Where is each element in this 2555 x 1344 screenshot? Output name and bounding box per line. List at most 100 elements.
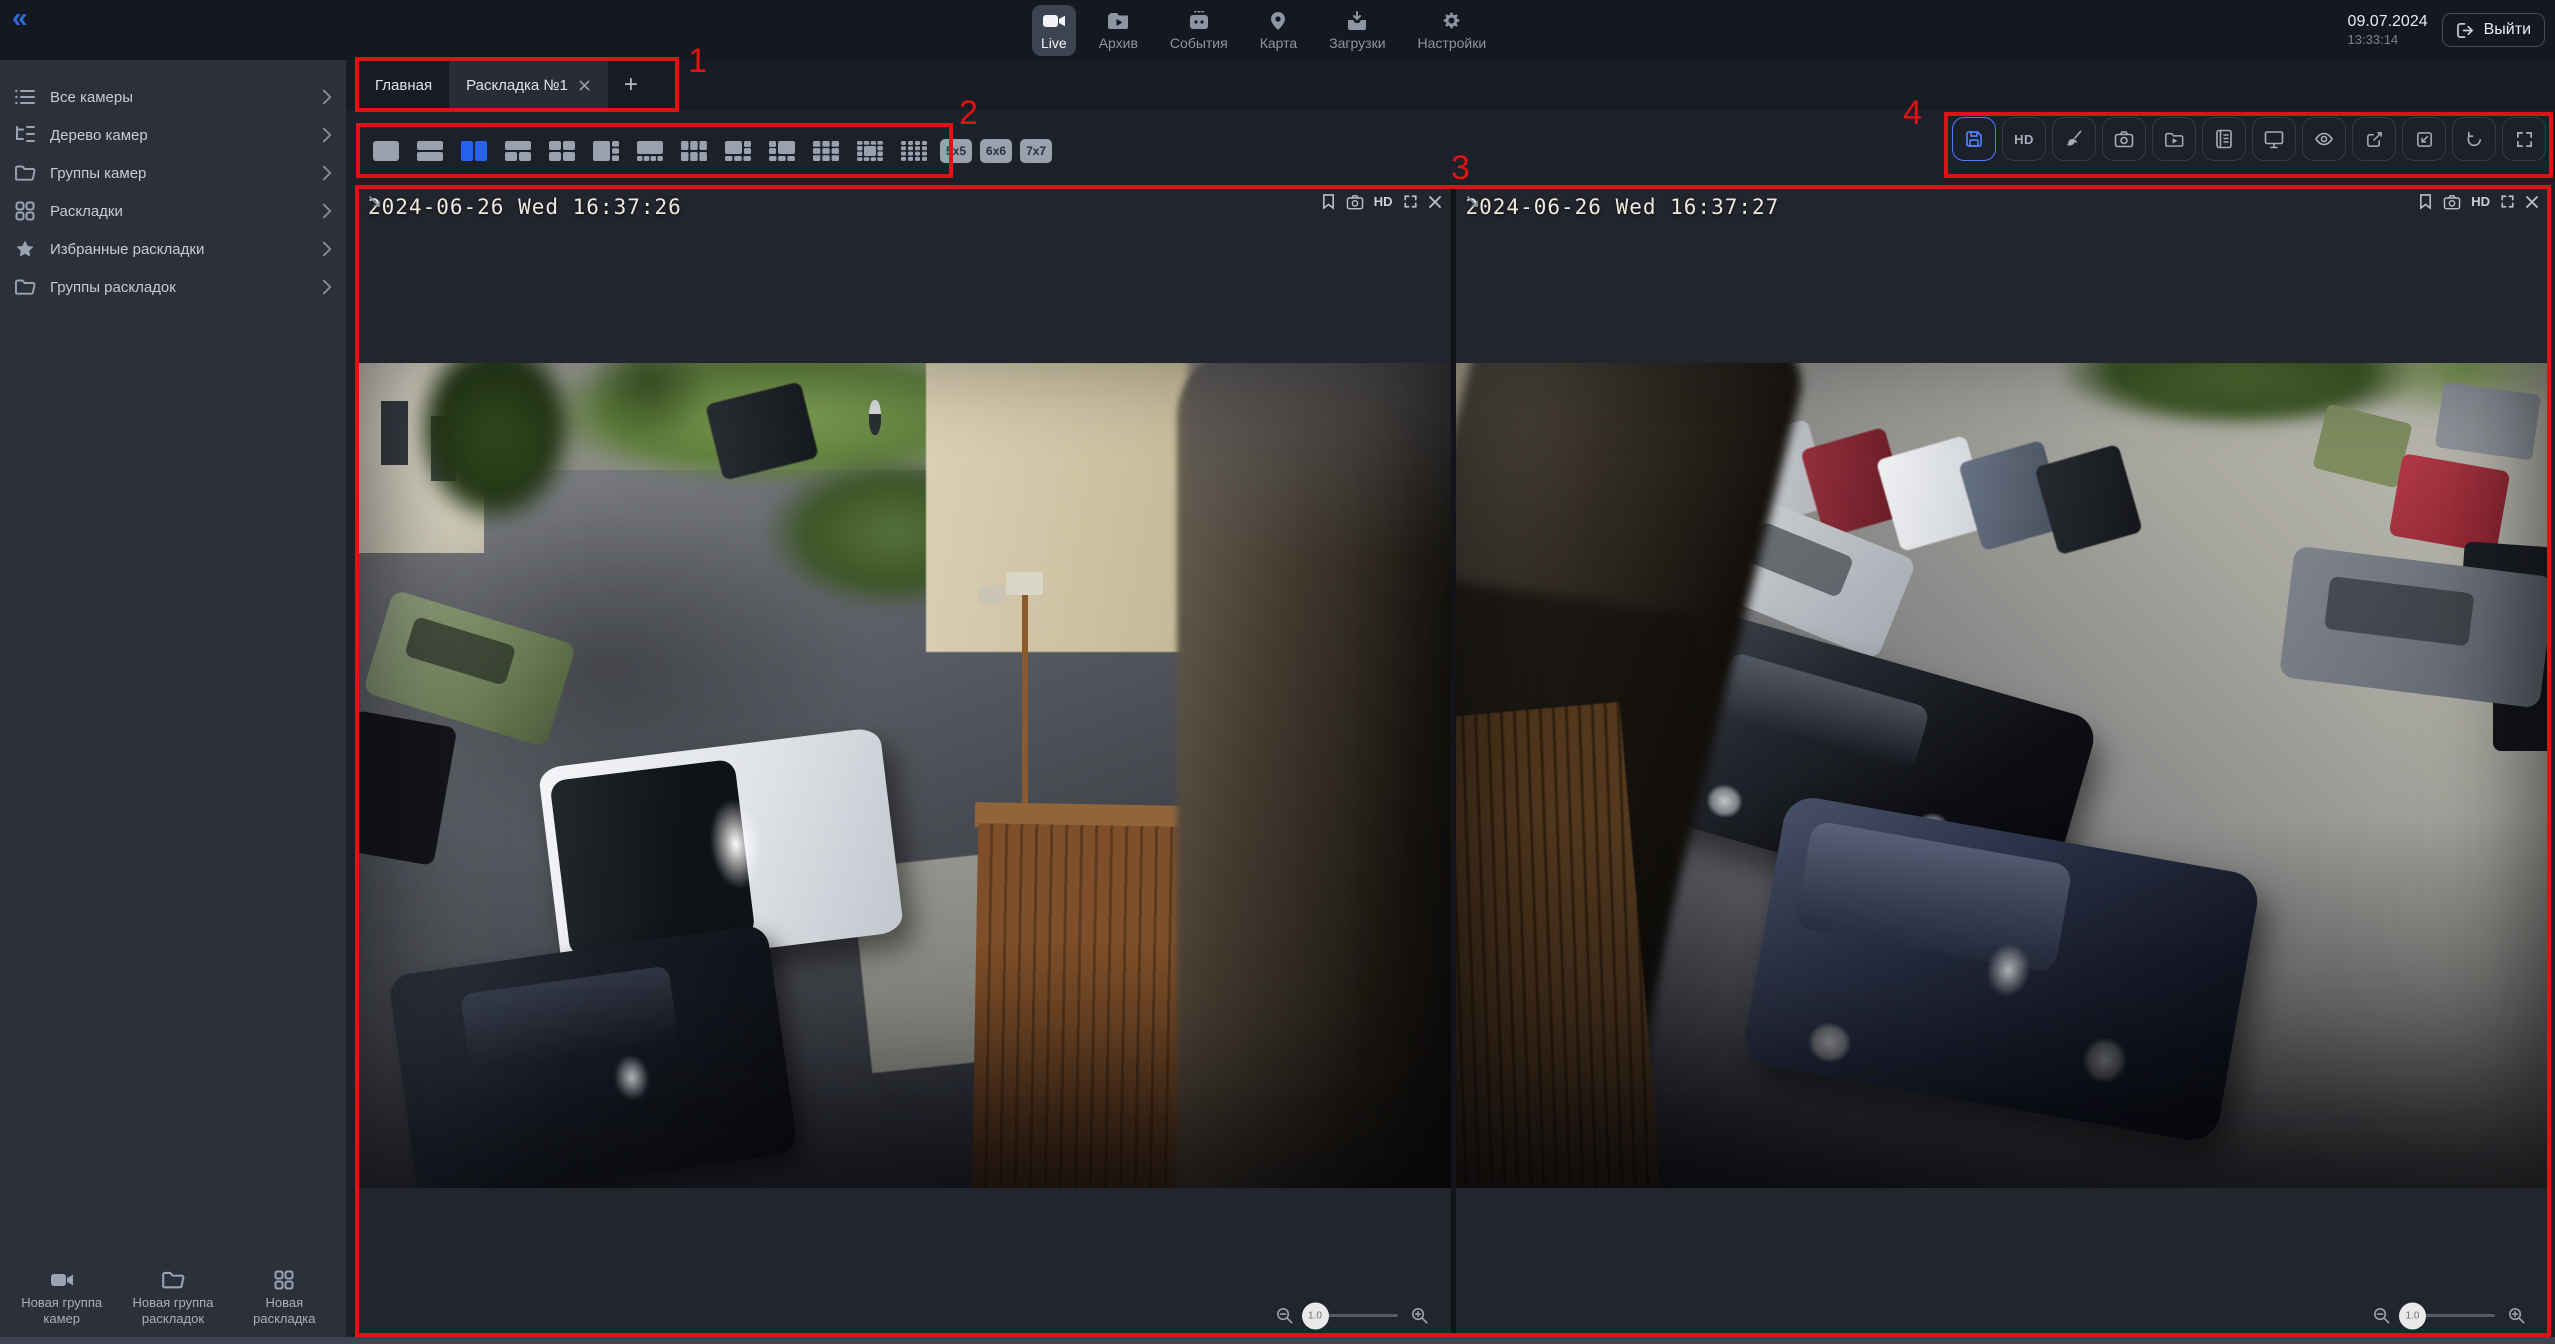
nav-item-archive[interactable]: Архив [1090, 5, 1147, 56]
camera-video-2 [1456, 363, 2549, 1188]
foreground-pole-blur [1456, 363, 1812, 1052]
fullscreen-button[interactable] [2502, 117, 2546, 161]
resize-icon [2415, 130, 2434, 149]
sidebar-collapse-button[interactable]: « [12, 2, 28, 34]
layout-4x4-button[interactable] [896, 135, 932, 167]
zoom-out-icon[interactable] [2372, 1306, 2391, 1325]
chevron-right-icon [322, 203, 332, 219]
sidebar-item-camera-tree[interactable]: Дерево камер [0, 116, 346, 154]
chevron-right-icon [322, 165, 332, 181]
nav-label: Загрузки [1329, 35, 1385, 51]
tab-layout-1[interactable]: Раскладка №1 [449, 60, 608, 110]
dark-car-edge [358, 710, 457, 866]
bottom-shadow [1456, 363, 2549, 1188]
layout-5x5-button[interactable]: 5x5 [940, 139, 972, 163]
hd-badge[interactable]: HD [1374, 194, 1393, 209]
share-export-button[interactable] [2352, 117, 2396, 161]
wheel [2080, 1034, 2131, 1087]
tile-fullscreen-icon[interactable] [2500, 194, 2515, 209]
bushes [762, 454, 1024, 611]
event-journal-button[interactable] [2202, 117, 2246, 161]
tile-close-icon[interactable] [1428, 195, 1442, 209]
silver-sedan [1694, 487, 1916, 660]
zoom-slider-handle[interactable]: 1.0 [1302, 1302, 1329, 1329]
hd-badge[interactable]: HD [2471, 194, 2490, 209]
parked-car [2435, 381, 2542, 460]
zoom-slider[interactable]: 1.0 [1306, 1314, 1398, 1317]
lamp-pole [1022, 594, 1028, 817]
new-camera-group-button[interactable]: Новая группа камер [6, 1270, 117, 1328]
zoom-in-icon[interactable] [2507, 1306, 2526, 1325]
clear-layout-brush-button[interactable] [2052, 117, 2096, 161]
camera-icon [2114, 130, 2134, 148]
grid-icon [274, 1270, 294, 1290]
tab-add-button[interactable]: + [608, 60, 654, 110]
layout-1-plus-4-button[interactable] [632, 135, 668, 167]
view-actions-toolbar: HD [1952, 117, 2546, 161]
tile-close-icon[interactable] [2525, 195, 2539, 209]
layout-1-plus-5-right-button[interactable] [764, 135, 800, 167]
layout-1-plus-5-button[interactable] [720, 135, 756, 167]
view-eye-button[interactable] [2302, 117, 2346, 161]
resize-window-button[interactable] [2402, 117, 2446, 161]
layout-2x2-button[interactable] [544, 135, 580, 167]
star-icon [14, 239, 36, 259]
floppy-save-icon [1964, 129, 1984, 149]
nav-item-events[interactable]: События [1161, 5, 1237, 56]
nav-item-settings[interactable]: Настройки [1409, 5, 1496, 56]
layout-13-button[interactable] [852, 135, 888, 167]
layout-2-vertical-button[interactable] [456, 135, 492, 167]
sidebar-item-layout-groups[interactable]: Группы раскладок [0, 268, 346, 306]
layout-1x1-button[interactable] [368, 135, 404, 167]
road-top [358, 363, 1210, 470]
expand-corner-icon[interactable] [367, 194, 383, 210]
camera-tile-2[interactable]: HD [1456, 188, 2549, 1337]
layout-6x6-button[interactable]: 6x6 [980, 139, 1012, 163]
sidebar-item-layouts[interactable]: Раскладки [0, 192, 346, 230]
hd-quality-button[interactable]: HD [2002, 117, 2046, 161]
zoom-slider-handle[interactable]: 1.0 [2399, 1302, 2426, 1329]
tile-fullscreen-icon[interactable] [1403, 194, 1418, 209]
layout-1-plus-3-button[interactable] [588, 135, 624, 167]
snapshot-camera-icon[interactable] [1346, 194, 1364, 210]
fullscreen-icon [2515, 130, 2534, 149]
sidebar-item-favorite-layouts[interactable]: Избранные раскладки [0, 230, 346, 268]
nav-item-map[interactable]: Карта [1251, 5, 1306, 56]
nav-label: Настройки [1418, 35, 1487, 51]
bookmark-icon[interactable] [1321, 193, 1336, 210]
tab-close-icon[interactable] [578, 79, 591, 92]
sidebar-item-all-cameras[interactable]: Все камеры [0, 78, 346, 116]
bookmark-icon[interactable] [2418, 193, 2433, 210]
sidebar-item-camera-groups[interactable]: Группы камер [0, 154, 346, 192]
camera-tile-1[interactable]: HD [358, 188, 1451, 1337]
zoom-out-icon[interactable] [1275, 1306, 1294, 1325]
layout-3x3-button[interactable] [808, 135, 844, 167]
tab-main[interactable]: Главная [358, 60, 449, 110]
building [358, 363, 484, 553]
snapshot-camera-icon[interactable] [2443, 194, 2461, 210]
nav-label: События [1170, 35, 1228, 51]
zoom-slider[interactable]: 1.0 [2403, 1314, 2495, 1317]
screenshot-camera-button[interactable] [2102, 117, 2146, 161]
settings-gear-icon [1441, 10, 1462, 32]
new-layout-button[interactable]: Новая раскладка [229, 1270, 340, 1328]
archive-folder-icon [2164, 131, 2184, 148]
layout-7x7-button[interactable]: 7x7 [1020, 139, 1052, 163]
expand-corner-icon[interactable] [1465, 194, 1481, 210]
layout-6-button[interactable] [676, 135, 712, 167]
camera-tile-1-header: HD [358, 188, 1451, 215]
layout-2-horizontal-button[interactable] [412, 135, 448, 167]
tree-shadow [358, 495, 861, 842]
new-layout-group-button[interactable]: Новая группа раскладок [117, 1270, 228, 1328]
monitor-output-button[interactable] [2252, 117, 2296, 161]
wooden-gate-rail [975, 803, 1183, 831]
layout-1-2-button[interactable] [500, 135, 536, 167]
nav-item-downloads[interactable]: Загрузки [1320, 5, 1394, 56]
parked-car [1641, 410, 1750, 521]
save-layout-button[interactable] [1952, 117, 1996, 161]
refresh-button[interactable] [2452, 117, 2496, 161]
logout-button[interactable]: Выйти [2442, 13, 2545, 47]
nav-item-live[interactable]: Live [1032, 5, 1076, 56]
zoom-in-icon[interactable] [1410, 1306, 1429, 1325]
open-archive-button[interactable] [2152, 117, 2196, 161]
